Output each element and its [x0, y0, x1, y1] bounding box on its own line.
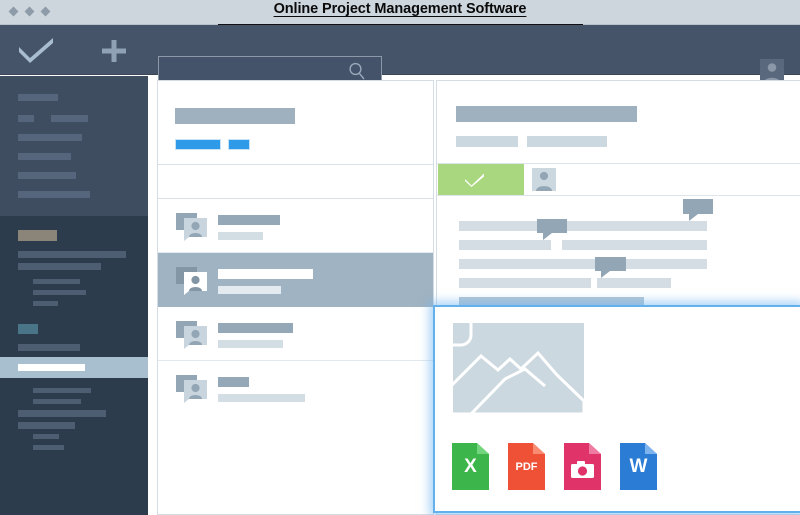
sidebar-subitem-5[interactable]	[33, 399, 81, 404]
message-line	[562, 240, 707, 250]
conversation-title	[456, 106, 637, 122]
sidebar-item-3[interactable]	[18, 134, 82, 141]
search-icon[interactable]	[348, 62, 366, 80]
list-item-title	[218, 215, 280, 225]
file-icon-word[interactable]: W	[620, 443, 657, 490]
plus-icon[interactable]	[100, 39, 128, 63]
sidebar-item-8[interactable]	[18, 263, 101, 270]
sidebar-subitem-7[interactable]	[33, 445, 64, 450]
status-badge[interactable]	[438, 164, 524, 195]
checkmark-icon	[465, 173, 484, 187]
list-item-title	[218, 377, 249, 387]
message-line	[459, 240, 551, 250]
meta-tag-1	[456, 136, 518, 147]
message-bubble	[595, 257, 626, 278]
sidebar-subitem-4[interactable]	[33, 388, 91, 393]
sidebar-group-label-projects	[18, 230, 57, 241]
list-item-subtitle	[218, 340, 283, 348]
window-title: Online Project Management Software	[273, 1, 527, 17]
list-item[interactable]	[158, 253, 433, 307]
list-item-subtitle	[218, 394, 305, 402]
message-line	[597, 278, 671, 288]
file-dropzone[interactable]: X PDF W	[433, 305, 800, 513]
sidebar-item-6[interactable]	[18, 191, 90, 198]
middle-panel	[157, 80, 434, 515]
main-toolbar	[0, 25, 800, 86]
file-icon-excel-label: X	[464, 455, 477, 477]
sidebar-item-5[interactable]	[18, 172, 76, 179]
image-preview-placeholder[interactable]	[453, 323, 584, 414]
file-icon-word-label: W	[629, 455, 648, 477]
status-bar-row	[437, 164, 800, 196]
checkmark-logo-icon[interactable]	[18, 37, 54, 63]
file-icon-pdf[interactable]: PDF	[508, 443, 545, 490]
mountain-image-icon	[453, 323, 584, 414]
sidebar-subitem-3[interactable]	[33, 301, 58, 306]
message-line	[459, 221, 707, 231]
sidebar-item-10[interactable]	[18, 410, 106, 417]
message-bubble	[683, 199, 713, 221]
tab-link-1[interactable]	[175, 139, 221, 150]
message-bubble	[537, 219, 567, 240]
add-item-row[interactable]	[158, 165, 433, 275]
contact-avatar-icon	[176, 321, 207, 349]
file-icon-pdf-label: PDF	[515, 460, 538, 473]
contact-avatar-icon	[176, 375, 207, 403]
list-item-title	[218, 323, 293, 333]
sidebar-section-bottom	[0, 216, 148, 515]
sidebar-item-active[interactable]	[0, 357, 148, 378]
middle-panel-header	[158, 81, 433, 165]
contact-avatar-icon	[176, 213, 207, 241]
sidebar-group-label-tasks	[18, 324, 38, 334]
sidebar-subitem-6[interactable]	[33, 434, 59, 439]
file-icon-excel[interactable]: X	[452, 443, 489, 490]
list-item[interactable]	[158, 307, 433, 361]
sidebar-subitem-1[interactable]	[33, 279, 80, 284]
middle-panel-title	[175, 108, 295, 124]
list-item-subtitle	[218, 286, 281, 294]
meta-tag-2	[527, 136, 607, 147]
file-attachment-list: X PDF W	[452, 443, 657, 490]
list-item-subtitle	[218, 232, 263, 240]
sidebar-item-4[interactable]	[18, 153, 71, 160]
sidebar-item-active-label	[18, 364, 85, 371]
right-panel-header	[437, 81, 800, 164]
sidebar-item-1[interactable]	[18, 94, 58, 101]
contact-avatar-icon	[176, 267, 207, 295]
list-item[interactable]	[158, 361, 433, 415]
list-item-title	[218, 269, 313, 279]
message-line	[459, 278, 591, 288]
tab-link-2[interactable]	[228, 139, 250, 150]
sidebar-item-2a[interactable]	[18, 115, 34, 122]
sidebar-item-11[interactable]	[18, 422, 75, 429]
app-window: Online Project Management Software X PDF…	[0, 0, 800, 515]
message-thread	[437, 197, 800, 307]
sidebar-subitem-2[interactable]	[33, 290, 86, 295]
left-sidebar	[0, 76, 148, 515]
file-icon-image[interactable]	[564, 443, 601, 490]
sidebar-section-top	[0, 76, 148, 216]
assignee-avatar-icon[interactable]	[532, 168, 556, 191]
list-item[interactable]	[158, 199, 433, 253]
message-line	[459, 259, 707, 269]
window-titlebar: Online Project Management Software	[0, 0, 800, 25]
sidebar-item-9[interactable]	[18, 344, 80, 351]
sidebar-item-2b[interactable]	[51, 115, 88, 122]
sidebar-item-7[interactable]	[18, 251, 126, 258]
